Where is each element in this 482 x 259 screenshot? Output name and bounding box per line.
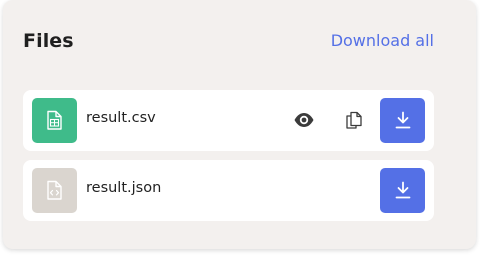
- eye-icon[interactable]: [293, 109, 315, 131]
- file-name: result.csv: [86, 110, 156, 126]
- download-icon: [395, 181, 411, 199]
- file-row-result-json: result.json: [23, 160, 434, 221]
- files-title: Files: [23, 30, 74, 52]
- copy-icon[interactable]: [343, 109, 365, 131]
- file-name: result.json: [86, 180, 162, 196]
- files-panel: Files Download all result.csv result.jso…: [3, 0, 476, 249]
- download-icon: [395, 111, 411, 129]
- download-button[interactable]: [380, 168, 425, 213]
- spreadsheet-file-icon: [32, 98, 77, 143]
- download-button[interactable]: [380, 98, 425, 143]
- download-all-link[interactable]: Download all: [331, 31, 434, 50]
- file-row-result-csv: result.csv: [23, 90, 434, 151]
- code-file-icon: [32, 168, 77, 213]
